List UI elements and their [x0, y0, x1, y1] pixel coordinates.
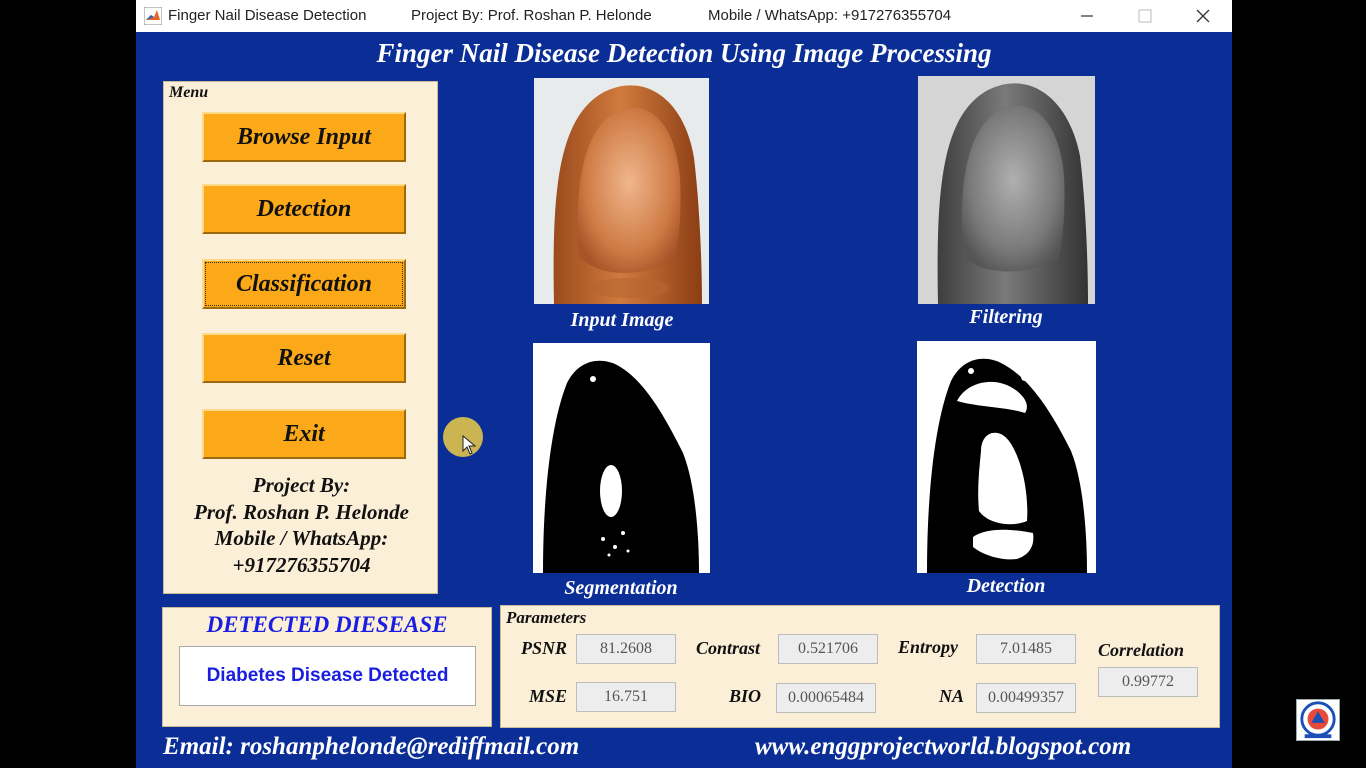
footer-website: www.enggprojectworld.blogspot.com	[755, 733, 1132, 760]
psnr-label: PSNR	[521, 638, 568, 658]
classification-button[interactable]: Classification	[202, 259, 406, 309]
close-icon	[1196, 9, 1210, 23]
title-bar: Finger Nail Disease Detection Project By…	[136, 0, 1232, 32]
mouse-cursor	[443, 417, 483, 457]
na-field: 0.00499357	[976, 683, 1076, 713]
title-mobile: Mobile / WhatsApp: +917276355704	[708, 7, 952, 24]
detected-disease-title: DETECTED DIESEASE	[206, 612, 448, 637]
window-title: Finger Nail Disease Detection	[168, 7, 367, 24]
browse-input-button[interactable]: Browse Input	[202, 112, 406, 162]
bio-label: BIO	[729, 686, 762, 706]
bio-field: 0.00065484	[776, 683, 876, 713]
detection-image	[917, 341, 1096, 573]
credits-line: +917276355704	[232, 552, 371, 577]
entropy-label: Entropy	[898, 637, 959, 657]
detected-disease-panel: DETECTED DIESEASE Diabetes Disease Detec…	[162, 607, 492, 727]
mse-field: 16.751	[576, 682, 676, 712]
channel-logo-icon	[1296, 699, 1340, 741]
detection-caption: Detection	[966, 575, 1046, 597]
matlab-icon	[144, 7, 162, 25]
main-heading: Finger Nail Disease Detection Using Imag…	[376, 38, 992, 68]
input-image	[534, 78, 709, 304]
parameters-legend: Parameters	[506, 608, 587, 627]
input-image-caption: Input Image	[570, 309, 674, 331]
mse-label: MSE	[529, 686, 568, 706]
minimize-icon	[1081, 15, 1093, 17]
contrast-field: 0.521706	[778, 634, 878, 664]
close-button[interactable]	[1174, 0, 1232, 32]
project-credits: Project By: Prof. Roshan P. Helonde Mobi…	[164, 472, 439, 578]
maximize-icon	[1138, 9, 1152, 23]
filtering-caption: Filtering	[969, 306, 1043, 328]
parameters-panel: Parameters PSNR 81.2608 Contrast 0.52170…	[500, 605, 1220, 728]
credits-line: Mobile / WhatsApp:	[214, 526, 389, 550]
contrast-label: Contrast	[696, 638, 761, 658]
mouse-cursor-icon	[462, 435, 476, 455]
segmentation-caption: Segmentation	[564, 577, 678, 599]
filtering-image	[918, 76, 1095, 304]
reset-button[interactable]: Reset	[202, 333, 406, 383]
exit-button[interactable]: Exit	[202, 409, 406, 459]
credits-line: Prof. Roshan P. Helonde	[194, 499, 409, 524]
na-label: NA	[939, 686, 965, 706]
detection-button[interactable]: Detection	[202, 184, 406, 234]
correlation-label: Correlation	[1098, 640, 1185, 660]
detected-disease-result: Diabetes Disease Detected	[179, 646, 476, 706]
app-window: Finger Nail Disease Detection Project By…	[136, 0, 1232, 768]
footer-email: Email: roshanphelonde@rediffmail.com	[163, 733, 580, 760]
minimize-button[interactable]	[1058, 0, 1116, 32]
credits-line: Project By:	[252, 473, 351, 497]
maximize-button[interactable]	[1116, 0, 1174, 32]
segmentation-image	[533, 343, 710, 573]
title-project: Project By: Prof. Roshan P. Helonde	[411, 7, 652, 24]
psnr-field: 81.2608	[576, 634, 676, 664]
menu-legend: Menu	[169, 84, 209, 101]
correlation-field: 0.99772	[1098, 667, 1198, 697]
entropy-field: 7.01485	[976, 634, 1076, 664]
menu-panel: Menu Browse Input Detection Classificati…	[163, 81, 438, 594]
